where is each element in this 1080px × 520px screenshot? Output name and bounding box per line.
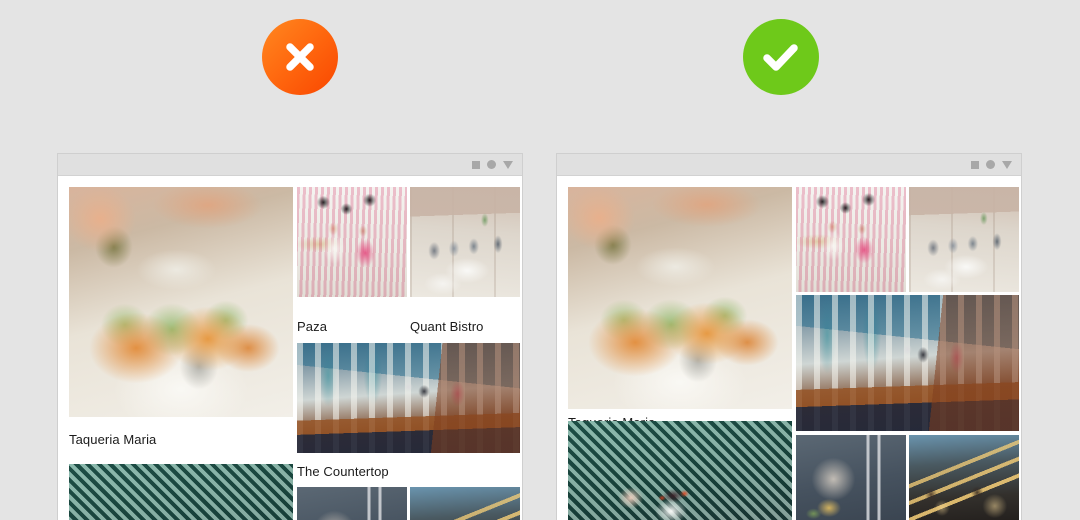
grid-tile[interactable] <box>297 343 520 453</box>
grid-tile[interactable] <box>410 487 520 520</box>
bad-badge <box>262 19 338 95</box>
square-icon[interactable] <box>472 160 480 169</box>
chevron-down-icon[interactable] <box>1002 160 1012 169</box>
grid-tile-caption: Paza <box>297 319 328 334</box>
window-titlebar <box>58 154 522 176</box>
grid-tile[interactable] <box>410 187 520 297</box>
grid-tile-caption: The Countertop <box>297 464 389 479</box>
square-icon[interactable] <box>971 160 979 169</box>
photo-grid-window-good[interactable]: Taqueria Maria <box>556 153 1022 520</box>
grid-tile-caption: Taqueria Maria <box>69 432 157 447</box>
countertop-photo[interactable] <box>796 295 1019 431</box>
grid-tile[interactable] <box>796 435 906 520</box>
check-icon <box>763 44 798 71</box>
countertop-photo[interactable] <box>297 343 520 453</box>
yogurt-photo[interactable] <box>568 421 792 520</box>
grid-tile[interactable] <box>909 187 1019 292</box>
tacos-photo[interactable] <box>69 187 293 417</box>
paza-photo[interactable] <box>796 187 906 292</box>
paza-photo[interactable] <box>297 187 407 297</box>
grid-tile[interactable] <box>568 187 792 409</box>
plate-photo[interactable] <box>796 435 906 520</box>
grid-tile[interactable] <box>909 435 1019 520</box>
grid-tile[interactable] <box>568 421 792 520</box>
x-icon <box>286 43 314 71</box>
grid-tile[interactable] <box>297 487 407 520</box>
lamps-photo[interactable] <box>909 435 1019 520</box>
quant-bistro-photo[interactable] <box>410 187 520 297</box>
tacos-photo[interactable] <box>568 187 792 409</box>
window-titlebar <box>557 154 1021 176</box>
photo-grid-viewport[interactable]: Taqueria Maria Paza Quant Bistro The Cou… <box>58 176 522 520</box>
grid-tile[interactable] <box>69 464 293 520</box>
photo-grid-viewport[interactable]: Taqueria Maria <box>557 176 1021 520</box>
grid-tile[interactable] <box>69 187 293 417</box>
grid-tile-caption: Quant Bistro <box>410 319 484 334</box>
grid-tile[interactable] <box>796 187 906 292</box>
yogurt-photo[interactable] <box>69 464 293 520</box>
circle-icon[interactable] <box>487 160 496 169</box>
photo-grid-window-bad[interactable]: Taqueria Maria Paza Quant Bistro The Cou… <box>57 153 523 520</box>
lamps-photo[interactable] <box>410 487 520 520</box>
good-badge <box>743 19 819 95</box>
grid-tile[interactable] <box>297 187 407 297</box>
quant-bistro-photo[interactable] <box>909 187 1019 292</box>
circle-icon[interactable] <box>986 160 995 169</box>
plate-photo[interactable] <box>297 487 407 520</box>
chevron-down-icon[interactable] <box>503 160 513 169</box>
grid-tile[interactable] <box>796 295 1019 431</box>
